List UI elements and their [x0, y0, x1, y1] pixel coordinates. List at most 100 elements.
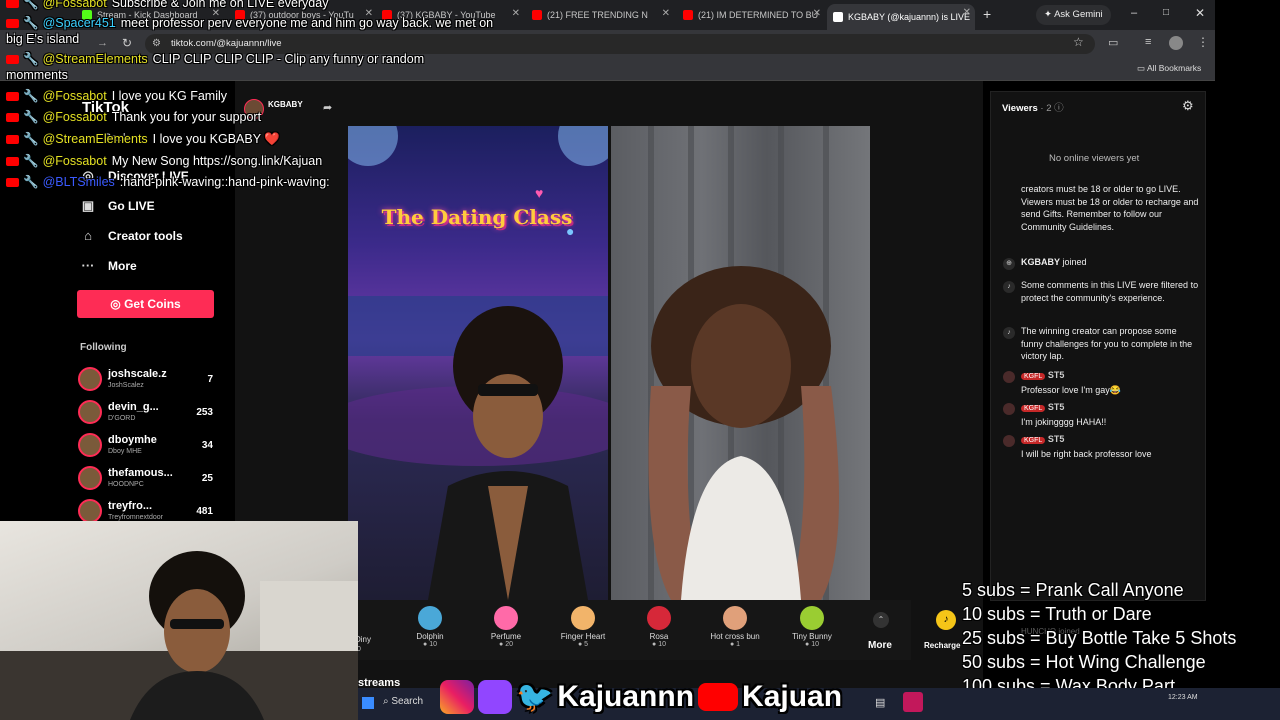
share-icon[interactable]: ➦: [323, 101, 332, 114]
extensions-icon[interactable]: ≡: [1145, 36, 1151, 48]
gift-name: Dolphin: [416, 632, 444, 641]
no-viewers-message: No online viewers yet: [1049, 153, 1140, 164]
recharge-button[interactable]: Recharge: [924, 641, 960, 650]
settings-gear-icon[interactable]: ⚙: [1182, 98, 1194, 114]
avatar: [78, 466, 102, 490]
close-tab-icon[interactable]: ✕: [813, 8, 821, 19]
nav-item-1[interactable]: ▣ Go LIVE: [80, 198, 155, 214]
forward-icon[interactable]: →: [97, 37, 108, 49]
chat-user[interactable]: ST5: [1048, 434, 1065, 444]
wrench-icon: 🔧: [23, 175, 39, 189]
chat-username: @Fossabot: [42, 89, 107, 103]
nav-item-2[interactable]: ⌂ Creator tools: [80, 228, 183, 243]
chat-user[interactable]: KGBABY: [1021, 257, 1060, 267]
nav-label: Creator tools: [108, 228, 183, 243]
chat-username: @Fossabot: [42, 154, 107, 168]
following-item[interactable]: dboymhe Dboy MHE 34: [78, 432, 213, 462]
chat-username: @Spacer451: [42, 16, 116, 30]
following-item[interactable]: joshscale.z JoshScalez 7: [78, 366, 213, 396]
host-video: [348, 126, 608, 600]
nav-item-3[interactable]: ··· More: [80, 258, 137, 273]
chat-username: @Fossabot: [42, 0, 107, 10]
following-sub: Treyfromnextdoor: [108, 514, 163, 521]
tab-label: (21) IM DETERMINED TO BU: [698, 10, 819, 20]
gift-item[interactable]: Finger Heart ● 5: [551, 606, 615, 648]
close-window-icon[interactable]: ✕: [1195, 6, 1205, 20]
heart-icon: ♥: [535, 185, 544, 201]
sub-goal-item: 50 subs = Hot Wing Challenge: [962, 652, 1206, 672]
site-info-icon[interactable]: ⚙: [152, 38, 161, 49]
get-coins-button[interactable]: ◎ Get Coins: [77, 290, 214, 318]
chevron-up-icon[interactable]: ⌃: [873, 612, 889, 628]
tab-4[interactable]: (21) IM DETERMINED TO BU ✕: [677, 5, 825, 25]
start-icon[interactable]: [362, 697, 374, 709]
chat-text: creators must be 18 or older to go LIVE.…: [1021, 184, 1199, 232]
gift-icon: [418, 606, 442, 630]
youtube-icon: [6, 135, 19, 145]
close-tab-icon[interactable]: ✕: [512, 8, 520, 19]
chat-text: Some comments in this LIVE were filtered…: [1021, 280, 1199, 303]
chat-text: CLIP CLIP CLIP CLIP - Clip any funny or …: [152, 52, 425, 66]
wrench-icon: 🔧: [23, 16, 39, 30]
tab-3[interactable]: (21) FREE TRENDING N ✕: [526, 5, 674, 25]
tab-5[interactable]: KGBABY (@kajuannn) is LIVE ✕: [827, 4, 975, 30]
gift-price: ● 20: [499, 641, 513, 648]
social-handle-1: Kajuannn: [557, 680, 695, 713]
gift-name: Hot cross bun: [710, 632, 760, 641]
taskbar-app-icon[interactable]: ▤: [875, 696, 885, 709]
taskbar-search[interactable]: ⌕ Search: [383, 696, 423, 707]
gift-item[interactable]: Perfume ● 20: [474, 606, 538, 648]
gift-name: Finger Heart: [560, 632, 606, 641]
new-tab-button[interactable]: +: [983, 6, 991, 22]
taskbar-app2-icon[interactable]: [903, 692, 923, 712]
following-sub: JoshScalez: [108, 382, 144, 389]
chat-text: big E's island: [6, 32, 80, 46]
chat-user[interactable]: ST5: [1048, 402, 1065, 412]
gift-name: Tiny Bunny: [792, 632, 832, 641]
gift-icon: [571, 606, 595, 630]
profile-avatar[interactable]: [1169, 36, 1183, 50]
chat-text: Subscribe & Join me on LIVE everyday: [111, 0, 329, 10]
following-sub: Dboy MHE: [108, 448, 142, 455]
following-sub: D'GORD: [108, 415, 136, 422]
gift-item[interactable]: Hot cross bun ● 1: [703, 606, 767, 648]
gift-item[interactable]: Dolphin ● 10: [398, 606, 462, 648]
overlay-chat-line: 🔧 @Fossabot Thank you for your support: [6, 110, 261, 125]
ask-gemini-button[interactable]: ✦ Ask Gemini: [1036, 5, 1111, 25]
following-name: treyfro...: [108, 500, 153, 512]
chat-text: My New Song https://song.link/Kajuan: [111, 154, 323, 168]
gift-item[interactable]: Rosa ● 10: [627, 606, 691, 648]
chat-text: I love you KGBABY ❤️: [152, 132, 280, 146]
url-field[interactable]: tiktok.com/@kajuannn/live: [145, 34, 1095, 54]
more-gifts-button[interactable]: More: [868, 640, 892, 651]
following-name: devin_g...: [108, 401, 159, 413]
following-count: 481: [196, 506, 213, 517]
overlay-chat-line: 🔧 @StreamElements I love you KGBABY ❤️: [6, 132, 280, 147]
join-icon: ⊕: [1003, 258, 1015, 270]
ellipsis-icon: ···: [81, 258, 95, 273]
minimize-icon[interactable]: –: [1131, 7, 1137, 19]
chat-user[interactable]: ST5: [1048, 370, 1065, 380]
tiktok-note-icon: ♪: [1003, 281, 1015, 293]
host-name[interactable]: KGBABY: [268, 100, 303, 109]
chat-message: The winning creator can propose some fun…: [1021, 325, 1199, 363]
gift-name: Rosa: [649, 632, 669, 641]
gift-item[interactable]: Tiny Bunny ● 10: [780, 606, 844, 648]
maximize-icon[interactable]: □: [1163, 7, 1169, 18]
bookmark-star-icon[interactable]: ☆: [1073, 35, 1084, 49]
chat-bubble-icon: ●: [566, 223, 575, 239]
chat-text: Thank you for your support: [111, 110, 262, 124]
chat-username: @StreamElements: [42, 132, 148, 146]
following-item[interactable]: thefamous... HOODNPC 25: [78, 465, 213, 495]
viewers-heading: Viewers · 2 ⓘ: [1002, 103, 1064, 114]
close-tab-icon[interactable]: ✕: [662, 8, 670, 19]
all-bookmarks-button[interactable]: ▭ All Bookmarks: [1137, 63, 1201, 74]
reload-icon[interactable]: ↻: [122, 36, 132, 50]
gift-price: ● 1: [729, 641, 741, 648]
close-tab-icon[interactable]: ✕: [963, 7, 971, 18]
cast-icon[interactable]: ▭: [1108, 36, 1118, 49]
avatar: [78, 433, 102, 457]
browser-menu-icon[interactable]: ⋮: [1197, 35, 1209, 49]
chat-text: joined: [1062, 257, 1087, 267]
following-item[interactable]: devin_g... D'GORD 253: [78, 399, 213, 429]
